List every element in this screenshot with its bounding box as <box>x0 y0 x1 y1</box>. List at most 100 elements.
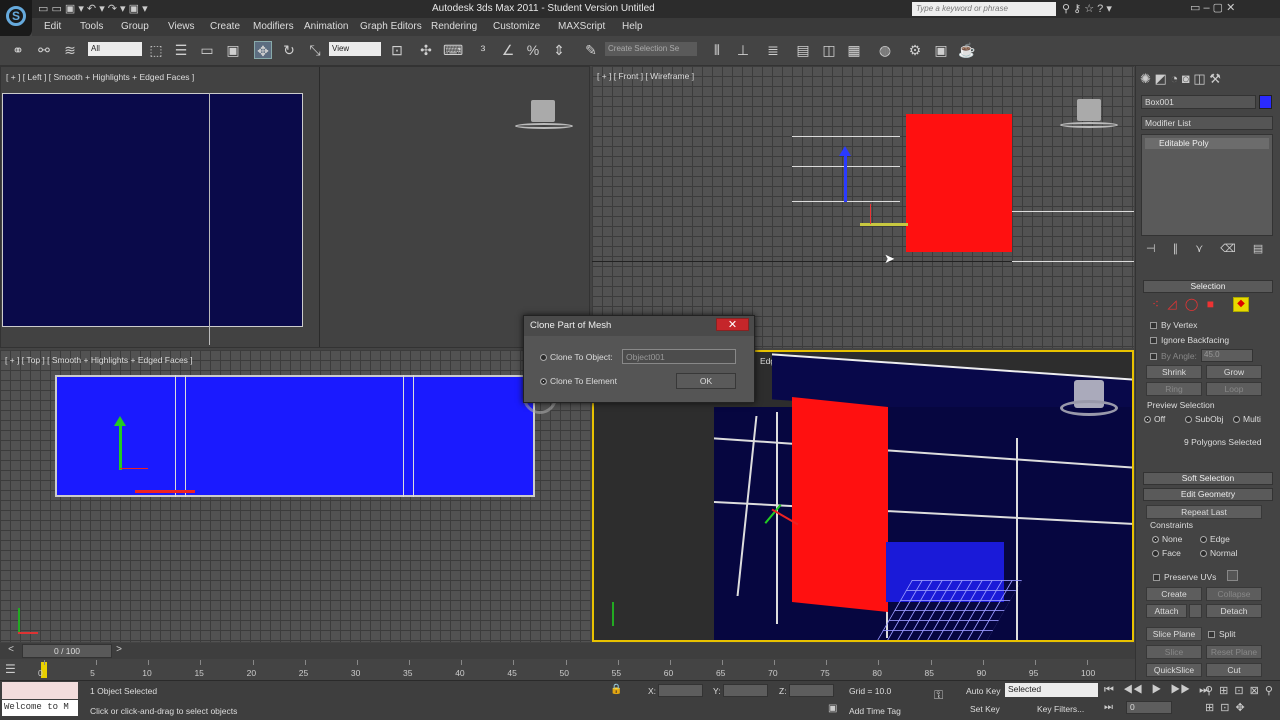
trackbar[interactable]: ☰ 0 5 10 15 20 25 30 35 40 45 50 55 60 65 70 75 80 85 90 95… <box>0 660 1135 682</box>
selected-polygons[interactable] <box>906 114 1012 252</box>
selection-rollout[interactable]: Selection <box>1143 280 1273 293</box>
modifier-list-dropdown[interactable]: Modifier List <box>1141 116 1273 130</box>
select-rotate-icon[interactable]: ↻ <box>280 41 298 59</box>
menu-graph-editors[interactable]: Graph Editors <box>360 21 422 32</box>
render-setup-icon[interactable]: ⚙ <box>906 41 924 59</box>
next-frame-icon[interactable]: > <box>112 644 126 658</box>
select-scale-icon[interactable]: ⤡ <box>306 41 324 59</box>
lock-icon[interactable]: 🔒 <box>610 684 640 696</box>
curve-editor-icon[interactable]: ◫ <box>820 41 838 59</box>
snaps-toggle-icon[interactable]: ³ <box>474 41 492 59</box>
current-frame-field[interactable]: 0 <box>1126 701 1172 714</box>
menu-views[interactable]: Views <box>168 21 195 32</box>
repeat-last-button[interactable]: Repeat Last <box>1146 505 1262 519</box>
reset-plane-button[interactable]: Reset Plane <box>1206 645 1262 659</box>
soft-selection-rollout[interactable]: Soft Selection <box>1143 472 1273 485</box>
percent-snap-icon[interactable]: % <box>524 41 542 59</box>
cut-button[interactable]: Cut <box>1206 663 1262 677</box>
selected-polygons[interactable] <box>792 396 888 613</box>
key-mode-icon[interactable]: ⏭ <box>1104 702 1122 716</box>
ignore-backfacing-checkbox[interactable]: Ignore Backfacing <box>1150 335 1229 345</box>
viewcube-icon[interactable] <box>531 100 555 122</box>
gizmo-x-axis[interactable] <box>135 490 195 493</box>
graphite-toggle-icon[interactable]: ▤ <box>794 41 812 59</box>
maxscript-output[interactable]: Welcome to M <box>2 700 78 716</box>
object-name-field[interactable]: Box001 <box>1141 95 1256 109</box>
select-move-icon[interactable]: ✥ <box>254 41 272 59</box>
z-coordinate-field[interactable] <box>789 684 834 697</box>
menu-create[interactable]: Create <box>210 21 240 32</box>
select-by-name-icon[interactable]: ☰ <box>172 41 190 59</box>
key-filters-button[interactable]: Key Filters... <box>1037 704 1084 714</box>
ok-button[interactable]: OK <box>676 373 736 389</box>
named-selection-input[interactable]: Create Selection Se <box>605 42 697 56</box>
selection-filter-dropdown[interactable]: All <box>88 42 142 56</box>
attach-list-icon[interactable] <box>1189 604 1202 618</box>
viewport-front-label[interactable]: [ + ] [ Front ] [ Wireframe ] <box>597 71 694 81</box>
reference-coordinate-dropdown[interactable]: View <box>329 42 381 56</box>
app-logo-button[interactable]: S <box>0 0 32 38</box>
set-key-button[interactable]: Set Key <box>970 704 1000 714</box>
element-mode-icon[interactable]: ◆ <box>1233 297 1249 312</box>
menu-maxscript[interactable]: MAXScript <box>558 21 605 32</box>
grow-button[interactable]: Grow <box>1206 365 1262 379</box>
viewcube-icon[interactable] <box>1077 99 1101 121</box>
command-panel-tabs[interactable]: ✺ ◩ ◔ ◙ ◫ ⚒ <box>1140 71 1275 89</box>
by-vertex-checkbox[interactable]: By Vertex <box>1150 320 1197 330</box>
clone-to-element-option[interactable]: Clone To Element <box>540 376 617 386</box>
unlink-icon[interactable]: ⚯ <box>35 41 53 59</box>
quickslice-button[interactable]: QuickSlice <box>1146 663 1202 677</box>
keyboard-shortcut-icon[interactable]: ⌨ <box>443 41 463 59</box>
constraint-none-radio[interactable]: None <box>1152 534 1182 544</box>
viewport-navigation-controls[interactable]: ⚲ ⊞ ⊡ ⊠ ⚲ ⊞ ⊡ ✥ <box>1205 683 1277 717</box>
window-controls[interactable]: ▭ – ▢ ✕ <box>1190 1 1275 16</box>
gizmo-x-axis[interactable] <box>860 223 908 226</box>
detach-button[interactable]: Detach <box>1206 604 1262 618</box>
menu-tools[interactable]: Tools <box>80 21 103 32</box>
bind-spacewarp-icon[interactable]: ≋ <box>61 41 79 59</box>
gizmo-y-axis[interactable] <box>844 150 847 202</box>
radio-icon[interactable] <box>540 378 547 386</box>
align-icon[interactable]: ⊥ <box>734 41 752 59</box>
loop-button[interactable]: Loop <box>1206 382 1262 396</box>
quick-access-toolbar[interactable]: ▭ ▭ ▣ ▾ ↶ ▾ ↷ ▾ ▣ ▾ <box>38 2 178 16</box>
spinner-snap-icon[interactable]: ⇕ <box>550 41 568 59</box>
attach-button[interactable]: Attach <box>1146 604 1187 618</box>
rect-selection-icon[interactable]: ▭ <box>198 41 216 59</box>
menu-modifiers[interactable]: Modifiers <box>253 21 294 32</box>
window-crossing-icon[interactable]: ▣ <box>224 41 242 59</box>
schematic-view-icon[interactable]: ▦ <box>845 41 863 59</box>
menu-group[interactable]: Group <box>121 21 149 32</box>
y-coordinate-field[interactable] <box>723 684 768 697</box>
ring-button[interactable]: Ring <box>1146 382 1202 396</box>
create-button[interactable]: Create <box>1146 587 1202 601</box>
menu-edit[interactable]: Edit <box>44 21 61 32</box>
angle-snap-icon[interactable]: ∠ <box>499 41 517 59</box>
viewport-top-label[interactable]: [ + ] [ Top ] [ Smooth + Highlights + Ed… <box>5 355 193 365</box>
material-editor-icon[interactable]: ◍ <box>876 41 894 59</box>
key-icon[interactable]: ⚿ <box>934 688 956 702</box>
split-checkbox[interactable]: Split <box>1208 629 1236 639</box>
time-tag-icon[interactable]: ▣ <box>828 703 842 717</box>
constraint-face-radio[interactable]: Face <box>1152 548 1181 558</box>
preserve-uvs-checkbox[interactable]: Preserve UVs <box>1153 572 1216 582</box>
viewport-front[interactable]: [ + ] [ Front ] [ Wireframe ] ➤ <box>592 66 1134 348</box>
radio-icon[interactable] <box>540 354 547 362</box>
box-top-face[interactable] <box>55 375 535 497</box>
render-production-icon[interactable]: ☕ <box>958 41 976 59</box>
prev-frame-icon[interactable]: < <box>0 644 22 658</box>
menu-rendering[interactable]: Rendering <box>431 21 477 32</box>
key-selection-dropdown[interactable]: Selected <box>1005 683 1098 697</box>
select-manipulate-icon[interactable]: ✣ <box>417 41 435 59</box>
maxscript-mini-input[interactable] <box>2 682 78 699</box>
object-color-swatch[interactable] <box>1259 95 1272 109</box>
link-icon[interactable]: ⚭ <box>9 41 27 59</box>
object-name-input[interactable]: Object001 <box>622 349 736 364</box>
by-angle-checkbox[interactable]: By Angle: <box>1150 351 1197 361</box>
rendered-frame-icon[interactable]: ▣ <box>932 41 950 59</box>
edit-named-selection-icon[interactable]: ✎ <box>582 41 600 59</box>
select-object-icon[interactable]: ⬚ <box>147 41 165 59</box>
layer-manager-icon[interactable]: ≣ <box>764 41 782 59</box>
constraint-edge-radio[interactable]: Edge <box>1200 534 1230 544</box>
mini-curve-editor-icon[interactable]: ☰ <box>5 662 27 678</box>
